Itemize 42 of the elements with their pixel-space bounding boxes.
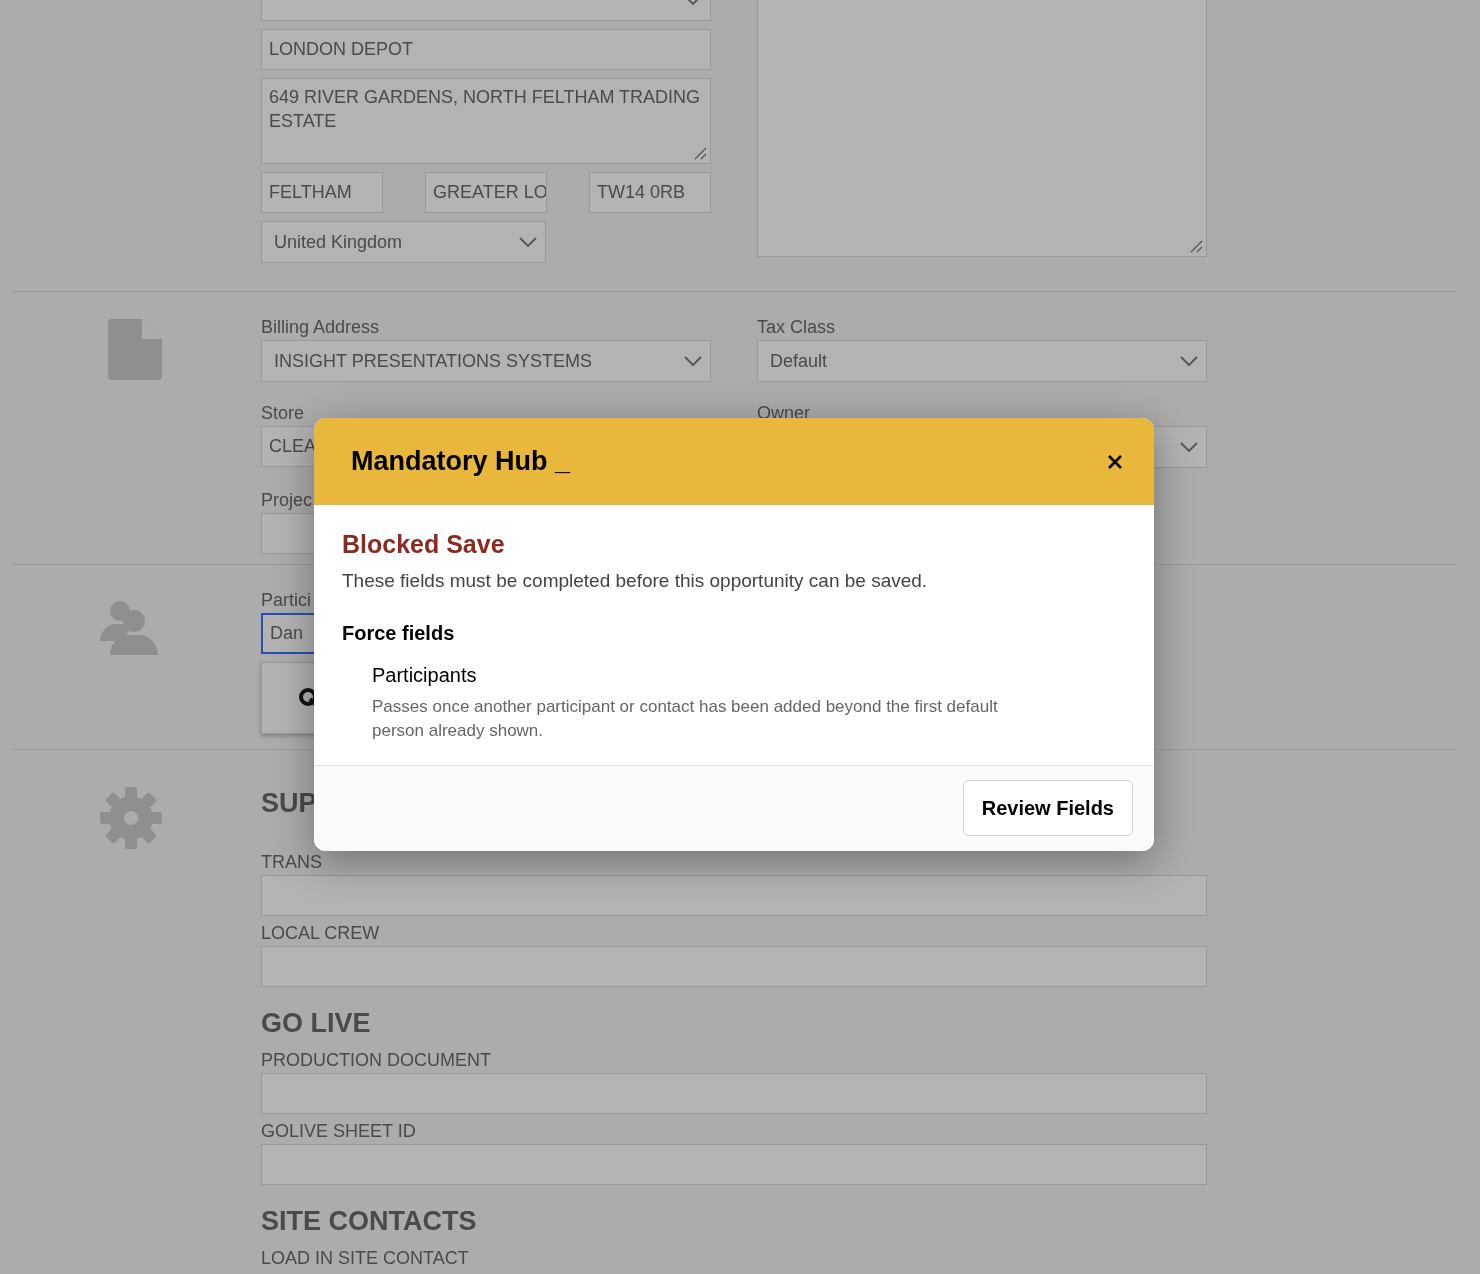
settings-icon — [99, 787, 162, 849]
chevron-down-icon — [1180, 356, 1198, 366]
group-title: Force fields — [342, 620, 456, 646]
input-field[interactable] — [261, 946, 1207, 987]
input-field[interactable]: GREATER LO — [425, 172, 547, 213]
field-description: Passes once another participant or contact has been added beyond the first default person already shown. — [372, 695, 999, 742]
chevron-down-icon — [519, 237, 537, 247]
input-field[interactable]: FELTHAM — [261, 172, 383, 213]
resize-grip-icon — [1189, 239, 1203, 253]
field-label: TRANS — [261, 851, 323, 873]
field-label: LOAD IN SITE CONTACT — [261, 1247, 470, 1269]
field-label: LOCAL CREW — [261, 922, 381, 944]
error-heading: Blocked Save — [342, 529, 505, 559]
review-fields-button[interactable]: Review Fields — [962, 780, 1133, 836]
dialog-title: Mandatory Hub _ — [351, 445, 571, 479]
field-label: Billing Address — [261, 316, 381, 338]
resize-grip-icon — [693, 146, 707, 160]
input-field[interactable]: LONDON DEPOT — [261, 29, 711, 70]
document-icon — [107, 319, 162, 380]
address-field[interactable]: 649 RIVER GARDENS, NORTH FELTHAM TRADING ESTATE — [261, 78, 711, 164]
section-heading: SUP — [261, 787, 317, 819]
field-label: GOLIVE SHEET ID — [261, 1120, 417, 1142]
dropdown[interactable]: INSIGHT PRESENTATIONS SYSTEMS — [261, 340, 711, 382]
notes-field[interactable] — [757, 0, 1207, 257]
chevron-down-icon — [1180, 442, 1198, 453]
field-name: Participants — [372, 662, 478, 688]
section-heading: GO LIVE — [261, 1007, 371, 1039]
field-label: Projec — [261, 488, 314, 511]
dropdown[interactable]: Default — [757, 340, 1207, 382]
section-heading: SITE CONTACTS — [261, 1205, 477, 1237]
input-field[interactable]: TW14 0RB — [589, 172, 711, 213]
chevron-down-icon — [684, 356, 702, 366]
field-label: PRODUCTION DOCUMENT — [261, 1049, 492, 1071]
input-field[interactable] — [261, 875, 1207, 916]
close-icon — [1107, 453, 1123, 470]
input-field[interactable] — [261, 1144, 1207, 1185]
input-field[interactable] — [261, 1073, 1207, 1114]
dropdown[interactable]: United Kingdom — [261, 221, 546, 263]
dialog-message: These fields must be completed before this opportunity can be saved. — [342, 569, 929, 593]
field-label: Store — [261, 402, 306, 425]
field-label: Tax Class — [757, 316, 837, 338]
field-label: Partici — [261, 589, 312, 611]
